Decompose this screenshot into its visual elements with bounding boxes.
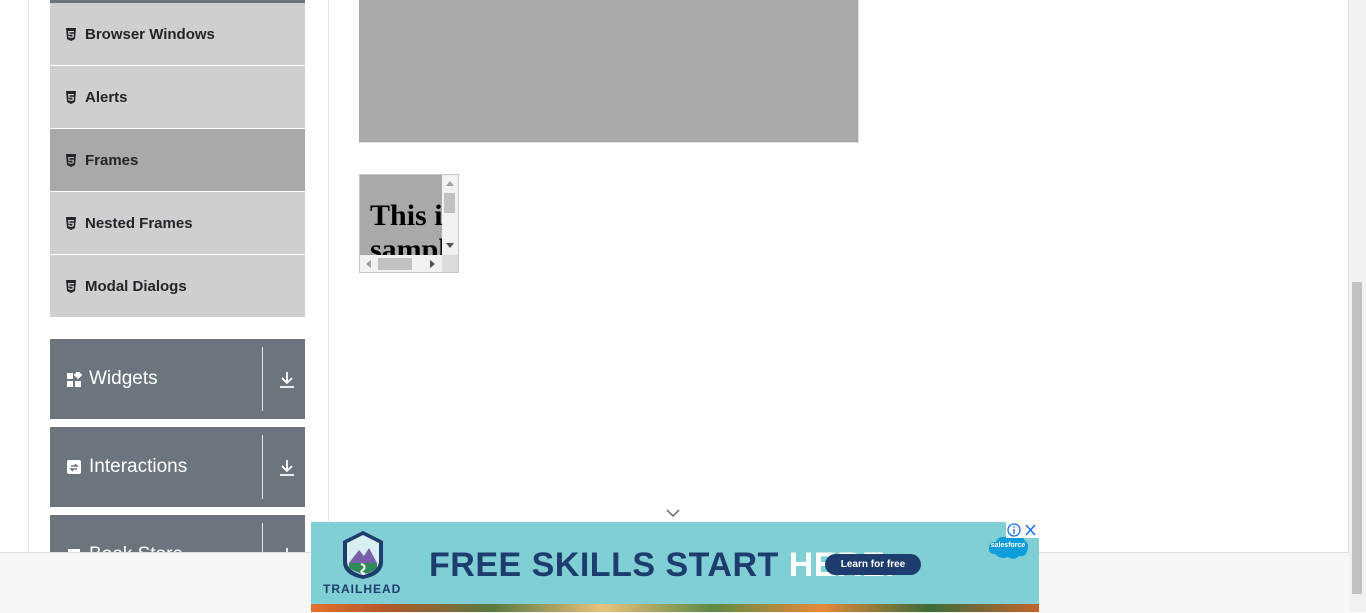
html5-icon bbox=[66, 216, 76, 230]
frame-vertical-scroll-thumb[interactable] bbox=[444, 193, 455, 213]
widgets-icon bbox=[67, 371, 82, 387]
ad-headline-main: FREE SKILLS START bbox=[429, 546, 789, 584]
frame-horizontal-scroll-thumb[interactable] bbox=[378, 258, 412, 270]
sidebar-item-label: Modal Dialogs bbox=[85, 277, 187, 295]
html5-icon bbox=[66, 90, 76, 104]
left-column-border bbox=[28, 0, 29, 552]
scroll-up-arrow-icon[interactable] bbox=[446, 181, 454, 186]
ad-info-icon[interactable] bbox=[1006, 522, 1022, 538]
sidebar-item-nested-frames[interactable]: Nested Frames bbox=[50, 192, 305, 255]
ad-illustration-strip bbox=[311, 604, 1039, 612]
scrollbar-corner bbox=[442, 255, 458, 272]
trailhead-logo-icon bbox=[343, 531, 383, 579]
frame-large[interactable] bbox=[359, 0, 859, 143]
sidebar-group-widgets[interactable]: Widgets bbox=[50, 339, 305, 419]
html5-icon bbox=[66, 27, 76, 41]
sidebar-item-label: Alerts bbox=[85, 88, 128, 106]
scroll-left-arrow-icon[interactable] bbox=[366, 260, 371, 268]
ad-sponsor: salesforce bbox=[990, 542, 1026, 549]
group-divider bbox=[262, 347, 263, 411]
group-label: Interactions bbox=[89, 456, 188, 477]
frame-vertical-scrollbar[interactable] bbox=[442, 175, 458, 255]
download-arrow-icon[interactable] bbox=[279, 371, 295, 389]
download-arrow-icon[interactable] bbox=[279, 459, 295, 477]
learn-for-free-button[interactable]: Learn for free bbox=[825, 554, 921, 575]
content-divider bbox=[328, 0, 329, 552]
sidebar-item-label: Frames bbox=[85, 151, 139, 169]
sidebar-item-modal-dialogs[interactable]: Modal Dialogs bbox=[50, 255, 305, 318]
frame-heading: This is a sample page bbox=[370, 199, 442, 255]
scroll-right-arrow-icon[interactable] bbox=[430, 260, 435, 268]
scroll-down-arrow-icon[interactable] bbox=[446, 243, 454, 248]
html5-icon bbox=[66, 279, 76, 293]
group-label: Widgets bbox=[89, 368, 158, 389]
sidebar-menu-list: Browser Windows Alerts Frames Nested Fra… bbox=[50, 0, 305, 318]
ad-brand: TRAILHEAD bbox=[323, 582, 402, 596]
page-scroll-thumb[interactable] bbox=[1352, 282, 1362, 594]
close-icon[interactable] bbox=[1022, 522, 1039, 538]
sidebar-item-label: Browser Windows bbox=[85, 25, 215, 43]
ad-banner[interactable]: TRAILHEAD FREE SKILLS START HERE. Learn … bbox=[311, 522, 1039, 612]
html5-icon bbox=[66, 153, 76, 167]
sidebar-item-alerts[interactable]: Alerts bbox=[50, 66, 305, 129]
sidebar-group-interactions[interactable]: Interactions bbox=[50, 427, 305, 507]
sidebar-item-frames[interactable]: Frames bbox=[50, 129, 305, 192]
group-divider bbox=[262, 435, 263, 499]
interactions-icon bbox=[67, 459, 81, 474]
chevron-down-icon[interactable] bbox=[665, 507, 681, 519]
frame-small[interactable]: This is a sample page bbox=[359, 174, 459, 273]
sidebar-item-browser-windows[interactable]: Browser Windows bbox=[50, 3, 305, 66]
frame-small-content: This is a sample page bbox=[360, 175, 442, 255]
sidebar-item-label: Nested Frames bbox=[85, 214, 193, 232]
